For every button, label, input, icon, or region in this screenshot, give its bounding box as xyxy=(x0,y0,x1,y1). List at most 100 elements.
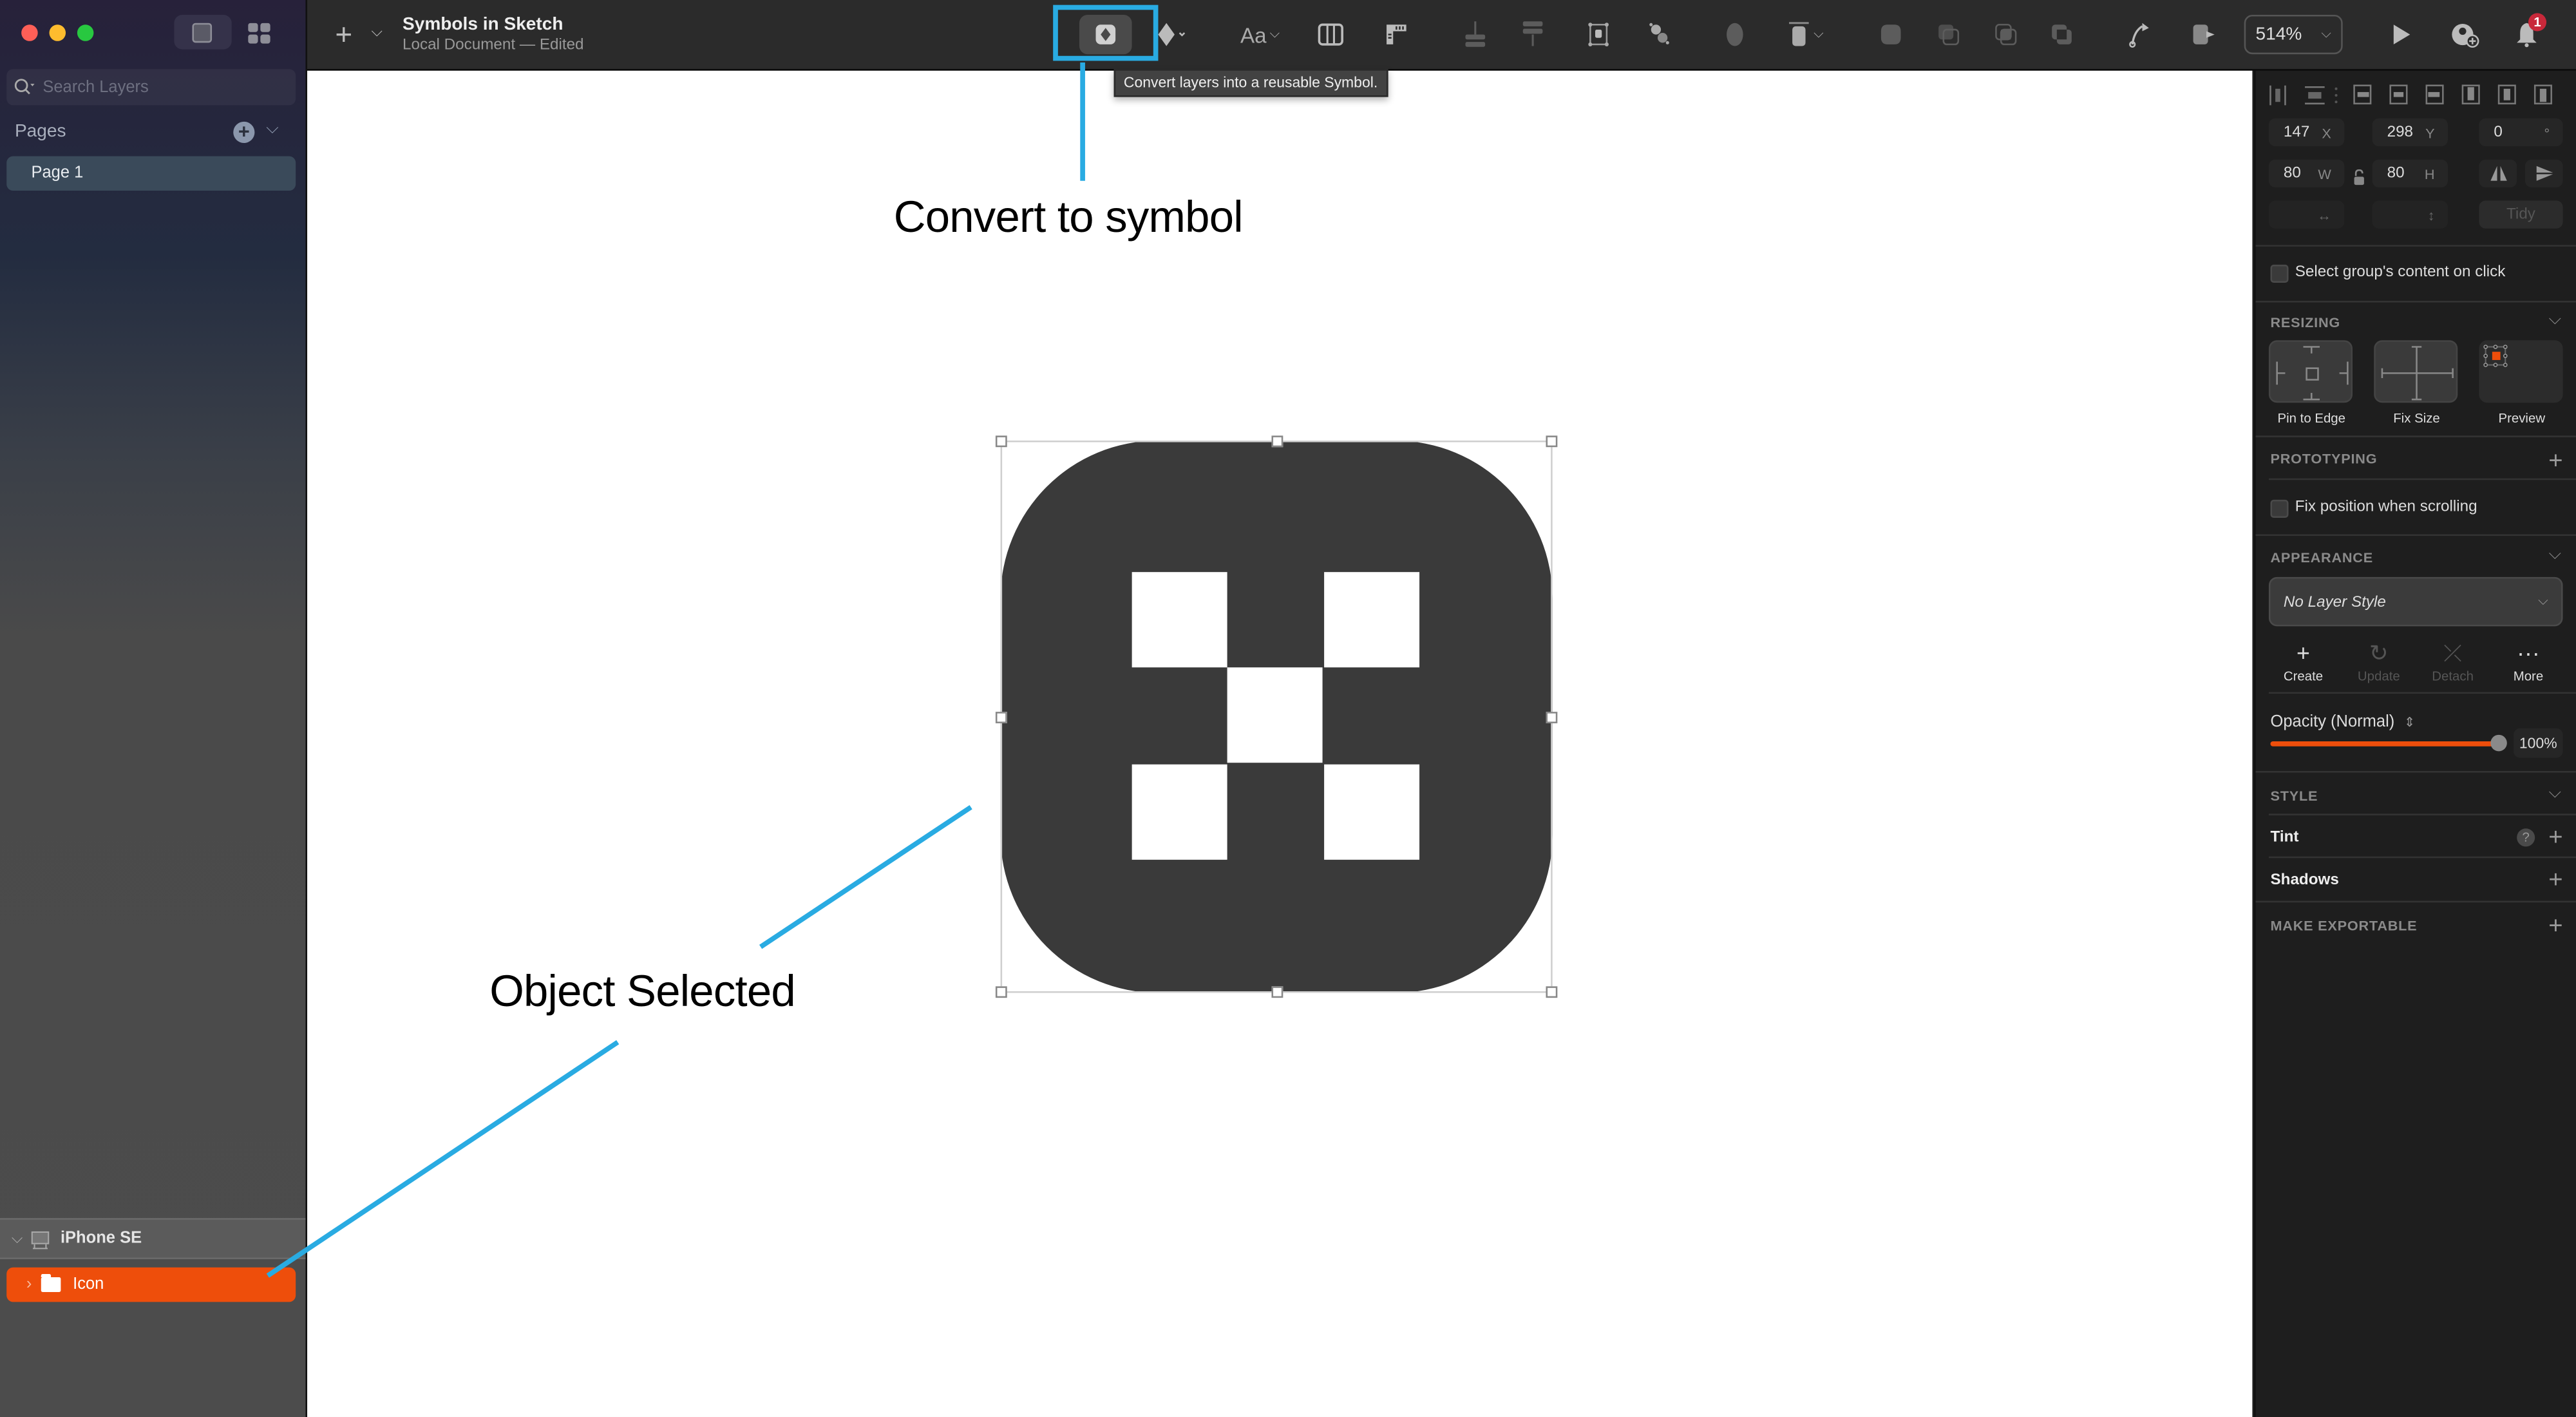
opacity-blend-mode-select[interactable]: Opacity (Normal) ⇕ xyxy=(2270,714,2415,732)
zoom-window-button[interactable] xyxy=(77,24,94,41)
layout-button[interactable] xyxy=(1316,20,1345,50)
collapse-pages-button[interactable]: ⌵ xyxy=(266,120,278,138)
rulers-button[interactable] xyxy=(1381,20,1411,50)
resize-handle-bottom-left[interactable] xyxy=(995,986,1007,998)
minimize-window-button[interactable] xyxy=(49,24,66,41)
create-style-button[interactable]: + Create xyxy=(2267,640,2339,684)
plus-icon: + xyxy=(2548,912,2563,940)
opacity-slider-track[interactable] xyxy=(2270,741,2504,747)
horizontal-spacing-field[interactable]: ↔ xyxy=(2268,200,2345,229)
tint-label: Tint xyxy=(2270,828,2299,847)
edit-path-button[interactable] xyxy=(2124,20,2154,50)
resize-menu-button[interactable]: ⌵ xyxy=(1783,20,1828,50)
subtract-button[interactable] xyxy=(1934,20,1964,50)
alignment-toolbar xyxy=(2269,84,2564,107)
preview-button[interactable] xyxy=(2387,20,2417,50)
opacity-slider-handle[interactable] xyxy=(2490,734,2507,752)
resize-handle-right[interactable] xyxy=(1546,712,1558,723)
help-icon[interactable]: ? xyxy=(2517,828,2535,847)
resize-handle-top-right[interactable] xyxy=(1546,435,1558,448)
vertical-spacing-field[interactable]: ↕ xyxy=(2372,200,2448,229)
add-prototyping-button[interactable]: + xyxy=(2548,449,2562,473)
resizing-collapse-button[interactable]: ⌵ xyxy=(2549,310,2561,328)
notification-badge: 1 xyxy=(2528,13,2547,32)
opacity-value-field[interactable]: 100% xyxy=(2514,728,2563,758)
layer-style-select[interactable]: No Layer Style ⌵ xyxy=(2268,576,2563,627)
resize-handle-top[interactable] xyxy=(1271,435,1283,448)
horizontal-spacing-icon: ↔ xyxy=(2317,206,2331,223)
document-status: Local Document — Edited xyxy=(402,36,584,55)
flip-vertical-button[interactable] xyxy=(2524,159,2563,187)
pages-header: Pages xyxy=(14,121,66,142)
distribute-button[interactable] xyxy=(1461,20,1490,50)
difference-button[interactable] xyxy=(2047,20,2077,50)
insert-button[interactable]: + xyxy=(335,18,352,53)
zoom-level-value: 514% xyxy=(2255,24,2302,44)
chevron-down-icon: ⌵ xyxy=(2321,26,2331,41)
resize-handle-top-left[interactable] xyxy=(995,435,1007,448)
select-group-content-checkbox[interactable] xyxy=(2270,264,2289,283)
scale-button[interactable] xyxy=(1645,20,1674,50)
more-style-button[interactable]: ··· More xyxy=(2492,640,2564,684)
divider xyxy=(2255,435,2576,437)
appearance-collapse-button[interactable]: ⌵ xyxy=(2549,546,2561,564)
page-item[interactable]: Page 1 xyxy=(6,156,296,191)
text-styles-button[interactable]: Aa ⌵ xyxy=(1235,20,1285,50)
mask-button[interactable] xyxy=(1584,20,1613,50)
zoom-level-select[interactable]: 514% ⌵ xyxy=(2244,14,2343,55)
add-tint-button[interactable]: + xyxy=(2548,825,2562,850)
update-style-button[interactable]: ↻ Update xyxy=(2343,640,2415,684)
chevron-down-icon: ⌵ xyxy=(371,23,383,40)
plus-icon: + xyxy=(2548,866,2563,895)
alignment-icons xyxy=(2269,84,2552,106)
x-position-field[interactable]: 147 X xyxy=(2268,118,2345,147)
components-view-button[interactable] xyxy=(248,23,271,44)
insert-menu-chevron[interactable]: ⌵ xyxy=(372,23,383,41)
scale-icon xyxy=(1649,23,1669,44)
component-button[interactable] xyxy=(1157,20,1186,50)
style-section-title: STYLE xyxy=(2270,787,2318,804)
plus-icon: + xyxy=(2548,823,2563,852)
export-icon xyxy=(2193,24,2215,44)
inspector-panel: 147 X 298 Y 0 ° 80 W 80 H ↔ ↕ Tidy Select gro… xyxy=(2253,70,2576,1417)
width-field[interactable]: 80 W xyxy=(2268,159,2345,187)
layer-group-row-selected[interactable]: › Icon xyxy=(6,1267,296,1302)
divider xyxy=(2255,301,2576,303)
height-field[interactable]: 80 H xyxy=(2372,159,2448,187)
tidy-button[interactable]: Tidy xyxy=(2479,200,2563,229)
layer-artboard-row[interactable]: ⌵ iPhone SE xyxy=(0,1218,306,1259)
resize-handle-bottom-right[interactable] xyxy=(1546,986,1558,998)
path-icon xyxy=(2129,23,2149,48)
chevron-right-icon[interactable]: › xyxy=(26,1276,32,1294)
align-button[interactable] xyxy=(1518,20,1548,50)
share-button[interactable] xyxy=(2451,20,2481,50)
union-button[interactable] xyxy=(1876,20,1906,50)
resize-handle-bottom[interactable] xyxy=(1271,986,1283,998)
canvas-view-toggle[interactable] xyxy=(174,14,232,50)
shadows-label: Shadows xyxy=(2270,871,2339,889)
toolbar: + ⌵ Symbols in Sketch Local Document — E… xyxy=(307,0,2576,71)
chevron-down-icon[interactable]: ⌵ xyxy=(12,1230,23,1248)
y-position-field[interactable]: 298 Y xyxy=(2372,118,2448,147)
flatten-button[interactable] xyxy=(1720,20,1750,50)
fix-position-checkbox[interactable] xyxy=(2270,499,2289,518)
resizing-section-title: RESIZING xyxy=(2270,314,2341,330)
add-shadow-button[interactable]: + xyxy=(2548,868,2562,893)
add-export-button[interactable]: + xyxy=(2548,914,2562,938)
divider xyxy=(2255,245,2576,247)
flip-horizontal-button[interactable] xyxy=(2479,159,2517,187)
rotation-field[interactable]: 0 ° xyxy=(2479,118,2563,147)
fix-size-control[interactable] xyxy=(2374,340,2458,403)
add-page-button[interactable]: + xyxy=(233,121,255,144)
stepper-icon: ⇕ xyxy=(2404,715,2416,730)
lock-proportions-toggle[interactable] xyxy=(2353,164,2365,194)
export-button[interactable] xyxy=(2190,20,2219,50)
search-layers-input[interactable]: Search Layers xyxy=(6,69,296,106)
style-collapse-button[interactable]: ⌵ xyxy=(2549,784,2561,802)
resize-handle-left[interactable] xyxy=(995,712,1007,723)
tooltip: Convert layers into a reusable Symbol. xyxy=(1113,69,1388,97)
close-window-button[interactable] xyxy=(21,24,38,41)
pin-to-edge-control[interactable] xyxy=(2268,340,2353,403)
detach-style-button[interactable]: ⤫ Detach xyxy=(2417,640,2489,684)
intersect-button[interactable] xyxy=(1991,20,2021,50)
